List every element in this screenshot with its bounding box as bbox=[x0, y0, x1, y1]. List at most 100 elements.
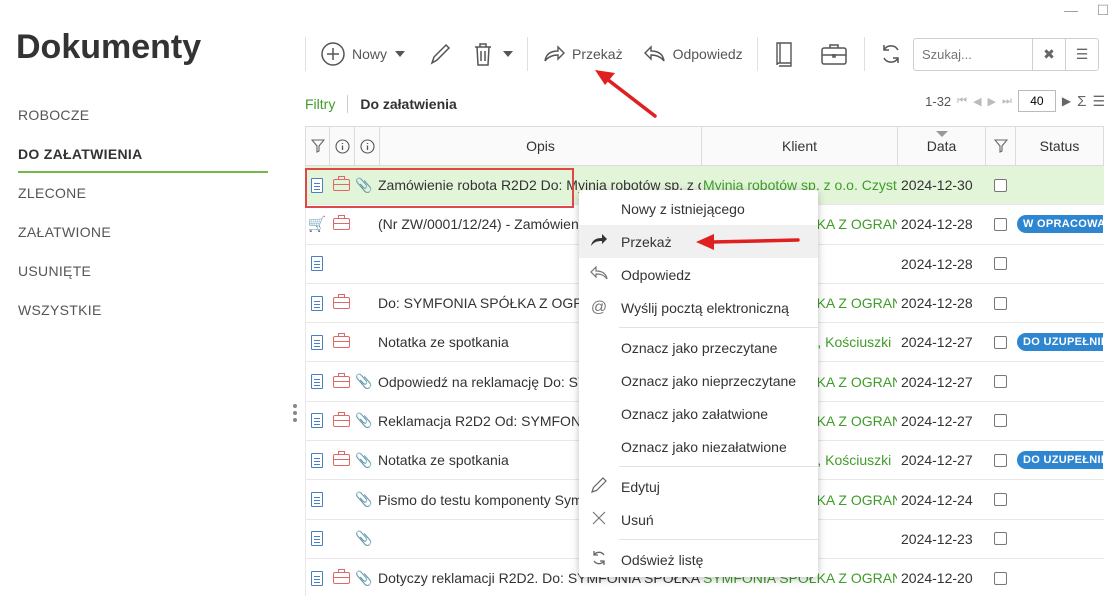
page-size-input[interactable] bbox=[1017, 90, 1056, 112]
menu-item[interactable]: Oznacz jako nieprzeczytane bbox=[579, 364, 818, 397]
sidebar-item-wszystkie[interactable]: WSZYSTKIE bbox=[18, 293, 268, 332]
column-header-data[interactable]: Data bbox=[898, 127, 986, 165]
menu-item[interactable]: Przekaż bbox=[579, 225, 818, 258]
column-header-klient[interactable]: Klient bbox=[702, 127, 898, 165]
prev-page-icon[interactable]: ◀ bbox=[973, 95, 981, 108]
minimize-button[interactable]: — bbox=[1064, 2, 1078, 19]
sidebar-item-do-zalatwienia[interactable]: DO ZAŁATWIENIA bbox=[18, 137, 268, 173]
menu-item-label: Nowy z istniejącego bbox=[621, 200, 745, 217]
maximize-button[interactable]: ☐ bbox=[1096, 2, 1110, 19]
row-checkbox-cell bbox=[985, 166, 1015, 204]
new-button[interactable]: Nowy bbox=[314, 36, 411, 72]
row-checkbox[interactable] bbox=[993, 532, 1007, 546]
status-cell: DO UZUPEŁNIENIA bbox=[1015, 441, 1103, 479]
status-filter-column-header[interactable] bbox=[986, 127, 1016, 165]
menu-item[interactable]: Nowy z istniejącego bbox=[579, 192, 818, 225]
info-icon bbox=[359, 138, 375, 154]
status-cell bbox=[1015, 166, 1103, 204]
row-checkbox[interactable] bbox=[993, 493, 1007, 507]
data-cell: 2024-12-28 bbox=[901, 255, 973, 272]
row-checkbox[interactable] bbox=[993, 257, 1007, 271]
case-cell bbox=[328, 441, 354, 479]
book-button[interactable] bbox=[766, 36, 802, 72]
menu-item[interactable]: Edytuj bbox=[579, 470, 818, 503]
forward-button[interactable]: Przekaż bbox=[536, 36, 629, 72]
row-checkbox-cell bbox=[985, 205, 1015, 243]
case-cell bbox=[328, 205, 354, 243]
sum-icon[interactable]: Σ bbox=[1077, 93, 1086, 110]
columns-menu-icon[interactable]: ☰ bbox=[1092, 93, 1105, 110]
panel-resize-handle[interactable] bbox=[293, 404, 297, 422]
row-checkbox[interactable] bbox=[993, 571, 1007, 585]
reply-button[interactable]: Odpowiedz bbox=[637, 36, 749, 72]
refresh-icon bbox=[589, 550, 609, 570]
search-menu-button[interactable]: ☰ bbox=[1065, 39, 1098, 70]
data-cell: 2024-12-30 bbox=[901, 177, 973, 194]
row-checkbox[interactable] bbox=[993, 178, 1007, 192]
apply-page-size-icon[interactable]: ▶ bbox=[1062, 94, 1071, 108]
column-header-opis[interactable]: Opis bbox=[380, 127, 702, 165]
row-checkbox[interactable] bbox=[993, 296, 1007, 310]
row-checkbox-cell bbox=[985, 362, 1015, 400]
row-checkbox-cell bbox=[985, 441, 1015, 479]
case-button[interactable] bbox=[814, 36, 856, 72]
doc-type-cell bbox=[306, 520, 328, 558]
info-column-header[interactable] bbox=[330, 127, 355, 165]
document-icon bbox=[311, 452, 323, 468]
book-icon bbox=[775, 42, 792, 67]
doc-type-cell bbox=[306, 402, 328, 440]
menu-item-label: Odpowiedz bbox=[621, 266, 692, 283]
menu-item[interactable]: Odpowiedz bbox=[579, 258, 818, 291]
sidebar-item-robocze[interactable]: ROBOCZE bbox=[18, 98, 268, 137]
sidebar-item-zalatwione[interactable]: ZAŁATWIONE bbox=[18, 215, 268, 254]
doc-type-cell bbox=[306, 323, 328, 361]
case-cell bbox=[328, 284, 354, 322]
row-checkbox[interactable] bbox=[993, 375, 1007, 389]
row-checkbox[interactable] bbox=[993, 335, 1007, 349]
menu-item[interactable]: Oznacz jako niezałatwione bbox=[579, 430, 818, 463]
column-header-status[interactable]: Status bbox=[1016, 127, 1103, 165]
menu-item[interactable]: Oznacz jako przeczytane bbox=[579, 331, 818, 364]
x-icon bbox=[589, 511, 609, 529]
reply-arrow-icon bbox=[643, 45, 665, 62]
row-checkbox[interactable] bbox=[993, 453, 1007, 467]
menu-item-label: Edytuj bbox=[621, 478, 660, 495]
funnel-icon bbox=[310, 139, 325, 153]
forward-arrow-icon bbox=[589, 233, 609, 251]
last-page-icon[interactable]: ⏭ bbox=[1002, 95, 1012, 108]
menu-item-label: Wyślij pocztą elektroniczną bbox=[621, 299, 789, 316]
info-column-header-2[interactable] bbox=[355, 127, 380, 165]
sidebar-item-zlecone[interactable]: ZLECONE bbox=[18, 176, 268, 215]
filter-column-header[interactable] bbox=[306, 127, 330, 165]
first-page-icon[interactable]: ⏮ bbox=[957, 95, 967, 108]
menu-item-label: Odśwież listę bbox=[621, 551, 704, 568]
delete-button[interactable] bbox=[465, 36, 519, 72]
attachment-cell bbox=[354, 323, 374, 361]
data-cell: 2024-12-27 bbox=[901, 452, 973, 469]
chevron-down-icon[interactable] bbox=[503, 51, 514, 57]
status-badge: DO UZUPEŁNIENIA bbox=[1017, 333, 1103, 352]
context-menu: Nowy z istniejącego Przekaż Odpowiedz @ Wyśl… bbox=[579, 190, 818, 577]
search-input[interactable] bbox=[914, 39, 1032, 70]
case-cell bbox=[328, 480, 354, 518]
attachment-cell: 📎 bbox=[354, 559, 374, 596]
menu-item[interactable]: Usuń bbox=[579, 503, 818, 536]
row-checkbox[interactable] bbox=[993, 217, 1007, 231]
edit-button[interactable] bbox=[421, 36, 459, 72]
menu-item[interactable]: @ Wyślij pocztą elektroniczną bbox=[579, 291, 818, 324]
menu-item[interactable]: Oznacz jako załatwione bbox=[579, 397, 818, 430]
clear-search-button[interactable]: ✖ bbox=[1032, 39, 1065, 70]
status-cell bbox=[1015, 520, 1103, 558]
filters-link[interactable]: Filtry bbox=[305, 96, 335, 112]
row-checkbox[interactable] bbox=[993, 414, 1007, 428]
menu-icon: ☰ bbox=[1075, 46, 1089, 62]
menu-item[interactable]: Odśwież listę bbox=[579, 543, 818, 576]
sidebar-item-usuniete[interactable]: USUNIĘTE bbox=[18, 254, 268, 293]
next-page-icon[interactable]: ▶ bbox=[988, 95, 996, 108]
refresh-button[interactable] bbox=[873, 36, 909, 72]
menu-separator bbox=[619, 466, 818, 467]
pencil-icon bbox=[589, 476, 609, 498]
status-cell bbox=[1015, 559, 1103, 596]
briefcase-icon bbox=[820, 44, 847, 65]
chevron-down-icon bbox=[395, 51, 406, 57]
